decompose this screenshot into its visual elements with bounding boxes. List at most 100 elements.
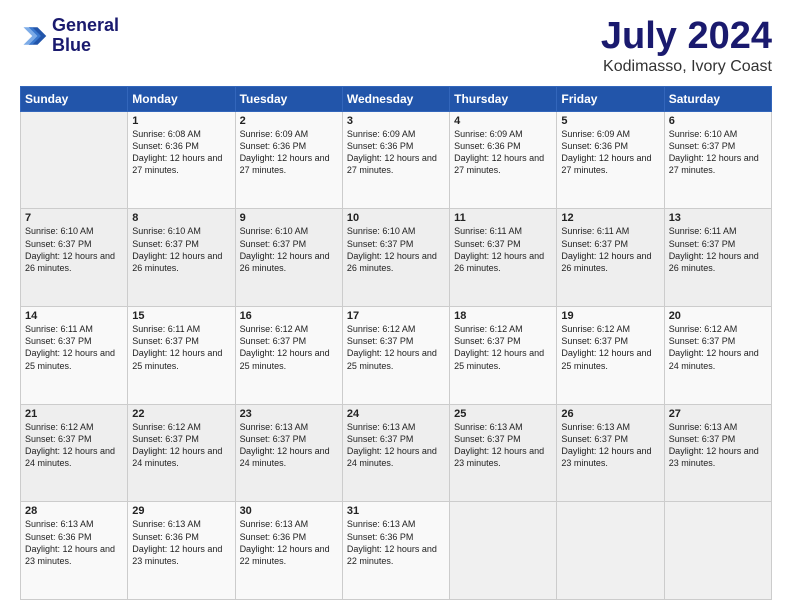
day-number: 14 [25, 310, 123, 322]
calendar-cell: 27Sunrise: 6:13 AM Sunset: 6:37 PM Dayli… [664, 404, 771, 502]
day-number: 16 [240, 310, 338, 322]
calendar-cell: 10Sunrise: 6:10 AM Sunset: 6:37 PM Dayli… [342, 209, 449, 307]
day-number: 4 [454, 115, 552, 127]
day-number: 7 [25, 212, 123, 224]
calendar-week-row: 14Sunrise: 6:11 AM Sunset: 6:37 PM Dayli… [21, 307, 772, 405]
cell-info: Sunrise: 6:11 AM Sunset: 6:37 PM Dayligh… [669, 225, 767, 274]
day-number: 30 [240, 505, 338, 517]
title-block: July 2024 Kodimasso, Ivory Coast [601, 16, 772, 76]
day-number: 17 [347, 310, 445, 322]
col-monday: Monday [128, 86, 235, 111]
header: General Blue July 2024 Kodimasso, Ivory … [20, 16, 772, 76]
day-number: 31 [347, 505, 445, 517]
day-number: 24 [347, 408, 445, 420]
day-number: 13 [669, 212, 767, 224]
calendar-cell: 19Sunrise: 6:12 AM Sunset: 6:37 PM Dayli… [557, 307, 664, 405]
cell-info: Sunrise: 6:11 AM Sunset: 6:37 PM Dayligh… [561, 225, 659, 274]
cell-info: Sunrise: 6:10 AM Sunset: 6:37 PM Dayligh… [240, 225, 338, 274]
calendar-cell: 30Sunrise: 6:13 AM Sunset: 6:36 PM Dayli… [235, 502, 342, 600]
col-saturday: Saturday [664, 86, 771, 111]
cell-info: Sunrise: 6:10 AM Sunset: 6:37 PM Dayligh… [347, 225, 445, 274]
calendar-cell: 17Sunrise: 6:12 AM Sunset: 6:37 PM Dayli… [342, 307, 449, 405]
calendar-cell: 13Sunrise: 6:11 AM Sunset: 6:37 PM Dayli… [664, 209, 771, 307]
cell-info: Sunrise: 6:12 AM Sunset: 6:37 PM Dayligh… [669, 323, 767, 372]
calendar-cell [21, 111, 128, 209]
cell-info: Sunrise: 6:13 AM Sunset: 6:36 PM Dayligh… [25, 518, 123, 567]
cell-info: Sunrise: 6:13 AM Sunset: 6:37 PM Dayligh… [669, 421, 767, 470]
calendar-cell: 26Sunrise: 6:13 AM Sunset: 6:37 PM Dayli… [557, 404, 664, 502]
cell-info: Sunrise: 6:12 AM Sunset: 6:37 PM Dayligh… [25, 421, 123, 470]
cell-info: Sunrise: 6:11 AM Sunset: 6:37 PM Dayligh… [454, 225, 552, 274]
calendar-cell: 20Sunrise: 6:12 AM Sunset: 6:37 PM Dayli… [664, 307, 771, 405]
cell-info: Sunrise: 6:09 AM Sunset: 6:36 PM Dayligh… [454, 128, 552, 177]
calendar-cell [557, 502, 664, 600]
cell-info: Sunrise: 6:10 AM Sunset: 6:37 PM Dayligh… [669, 128, 767, 177]
calendar-cell: 25Sunrise: 6:13 AM Sunset: 6:37 PM Dayli… [450, 404, 557, 502]
cell-info: Sunrise: 6:09 AM Sunset: 6:36 PM Dayligh… [561, 128, 659, 177]
page-title: July 2024 [601, 16, 772, 58]
calendar-week-row: 21Sunrise: 6:12 AM Sunset: 6:37 PM Dayli… [21, 404, 772, 502]
cell-info: Sunrise: 6:13 AM Sunset: 6:37 PM Dayligh… [347, 421, 445, 470]
calendar-cell: 4Sunrise: 6:09 AM Sunset: 6:36 PM Daylig… [450, 111, 557, 209]
logo-icon [20, 22, 48, 50]
calendar-week-row: 28Sunrise: 6:13 AM Sunset: 6:36 PM Dayli… [21, 502, 772, 600]
cell-info: Sunrise: 6:12 AM Sunset: 6:37 PM Dayligh… [240, 323, 338, 372]
calendar-week-row: 7Sunrise: 6:10 AM Sunset: 6:37 PM Daylig… [21, 209, 772, 307]
calendar-cell: 12Sunrise: 6:11 AM Sunset: 6:37 PM Dayli… [557, 209, 664, 307]
cell-info: Sunrise: 6:09 AM Sunset: 6:36 PM Dayligh… [347, 128, 445, 177]
cell-info: Sunrise: 6:09 AM Sunset: 6:36 PM Dayligh… [240, 128, 338, 177]
calendar-cell: 23Sunrise: 6:13 AM Sunset: 6:37 PM Dayli… [235, 404, 342, 502]
calendar-cell: 2Sunrise: 6:09 AM Sunset: 6:36 PM Daylig… [235, 111, 342, 209]
cell-info: Sunrise: 6:13 AM Sunset: 6:36 PM Dayligh… [240, 518, 338, 567]
calendar-cell: 5Sunrise: 6:09 AM Sunset: 6:36 PM Daylig… [557, 111, 664, 209]
calendar-cell: 9Sunrise: 6:10 AM Sunset: 6:37 PM Daylig… [235, 209, 342, 307]
day-number: 9 [240, 212, 338, 224]
day-number: 28 [25, 505, 123, 517]
cell-info: Sunrise: 6:13 AM Sunset: 6:37 PM Dayligh… [240, 421, 338, 470]
col-tuesday: Tuesday [235, 86, 342, 111]
col-sunday: Sunday [21, 86, 128, 111]
calendar-table: Sunday Monday Tuesday Wednesday Thursday… [20, 86, 772, 600]
day-number: 23 [240, 408, 338, 420]
day-number: 20 [669, 310, 767, 322]
calendar-header-row: Sunday Monday Tuesday Wednesday Thursday… [21, 86, 772, 111]
day-number: 25 [454, 408, 552, 420]
calendar-cell: 11Sunrise: 6:11 AM Sunset: 6:37 PM Dayli… [450, 209, 557, 307]
day-number: 26 [561, 408, 659, 420]
calendar-cell: 16Sunrise: 6:12 AM Sunset: 6:37 PM Dayli… [235, 307, 342, 405]
logo-text: General Blue [52, 16, 119, 56]
calendar-cell: 7Sunrise: 6:10 AM Sunset: 6:37 PM Daylig… [21, 209, 128, 307]
cell-info: Sunrise: 6:10 AM Sunset: 6:37 PM Dayligh… [25, 225, 123, 274]
cell-info: Sunrise: 6:13 AM Sunset: 6:37 PM Dayligh… [454, 421, 552, 470]
calendar-cell: 22Sunrise: 6:12 AM Sunset: 6:37 PM Dayli… [128, 404, 235, 502]
calendar-cell: 6Sunrise: 6:10 AM Sunset: 6:37 PM Daylig… [664, 111, 771, 209]
day-number: 1 [132, 115, 230, 127]
cell-info: Sunrise: 6:08 AM Sunset: 6:36 PM Dayligh… [132, 128, 230, 177]
calendar-cell: 8Sunrise: 6:10 AM Sunset: 6:37 PM Daylig… [128, 209, 235, 307]
day-number: 22 [132, 408, 230, 420]
calendar-cell: 31Sunrise: 6:13 AM Sunset: 6:36 PM Dayli… [342, 502, 449, 600]
day-number: 12 [561, 212, 659, 224]
calendar-cell: 3Sunrise: 6:09 AM Sunset: 6:36 PM Daylig… [342, 111, 449, 209]
logo: General Blue [20, 16, 119, 56]
cell-info: Sunrise: 6:11 AM Sunset: 6:37 PM Dayligh… [132, 323, 230, 372]
day-number: 6 [669, 115, 767, 127]
calendar-cell: 28Sunrise: 6:13 AM Sunset: 6:36 PM Dayli… [21, 502, 128, 600]
day-number: 10 [347, 212, 445, 224]
calendar-cell: 15Sunrise: 6:11 AM Sunset: 6:37 PM Dayli… [128, 307, 235, 405]
calendar-cell: 18Sunrise: 6:12 AM Sunset: 6:37 PM Dayli… [450, 307, 557, 405]
day-number: 15 [132, 310, 230, 322]
col-wednesday: Wednesday [342, 86, 449, 111]
cell-info: Sunrise: 6:12 AM Sunset: 6:37 PM Dayligh… [454, 323, 552, 372]
calendar-cell [664, 502, 771, 600]
day-number: 5 [561, 115, 659, 127]
cell-info: Sunrise: 6:11 AM Sunset: 6:37 PM Dayligh… [25, 323, 123, 372]
day-number: 8 [132, 212, 230, 224]
day-number: 3 [347, 115, 445, 127]
cell-info: Sunrise: 6:13 AM Sunset: 6:36 PM Dayligh… [132, 518, 230, 567]
calendar-cell: 14Sunrise: 6:11 AM Sunset: 6:37 PM Dayli… [21, 307, 128, 405]
cell-info: Sunrise: 6:12 AM Sunset: 6:37 PM Dayligh… [132, 421, 230, 470]
cell-info: Sunrise: 6:13 AM Sunset: 6:37 PM Dayligh… [561, 421, 659, 470]
calendar-cell: 1Sunrise: 6:08 AM Sunset: 6:36 PM Daylig… [128, 111, 235, 209]
page-subtitle: Kodimasso, Ivory Coast [601, 58, 772, 76]
